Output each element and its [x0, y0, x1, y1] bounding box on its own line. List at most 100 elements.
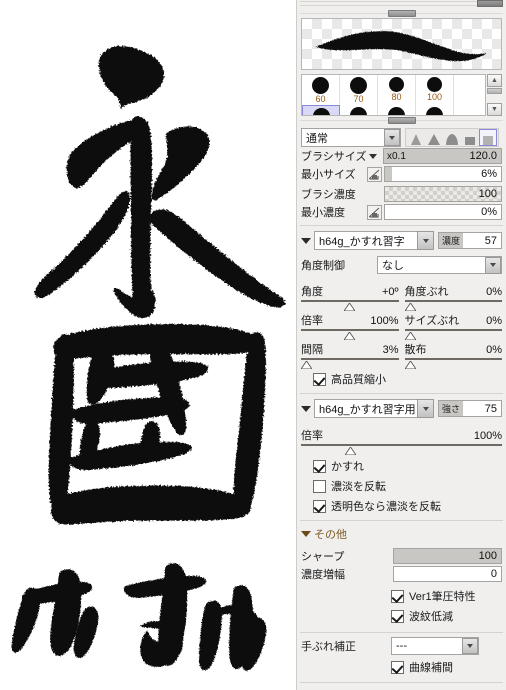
scroll-thumb[interactable] — [487, 88, 502, 94]
brush-size-cell[interactable] — [340, 105, 378, 115]
slider-track[interactable] — [404, 329, 502, 331]
brush-size-cell[interactable]: 100 — [416, 75, 454, 105]
chevron-down-icon[interactable] — [369, 153, 377, 159]
ver1-pressure-checkbox[interactable] — [391, 589, 404, 603]
texture-section-header[interactable]: h64g_かすれ習字 濃度 57 — [297, 229, 506, 252]
blend-mode-select[interactable]: 通常 — [301, 128, 401, 147]
kasure-row[interactable]: かすれ — [297, 456, 506, 476]
slider-track[interactable] — [404, 358, 502, 360]
brush-size-field[interactable]: x0.1 120.0 — [383, 148, 502, 164]
slider-value: 0% — [486, 344, 502, 356]
slider-scale[interactable]: 倍率 100% — [301, 310, 399, 341]
brush-dot-icon — [388, 107, 405, 115]
slider-knob[interactable] — [403, 360, 417, 370]
other-section-header[interactable]: その他 — [297, 524, 506, 544]
brush-size-cell[interactable]: 60 — [302, 75, 340, 105]
chevron-down-icon[interactable] — [301, 531, 311, 537]
slider-track[interactable] — [301, 444, 502, 446]
grip-handle[interactable] — [387, 10, 416, 17]
slider-scatter[interactable]: 散布 0% — [403, 339, 502, 370]
brush-size-cell[interactable] — [378, 105, 416, 115]
slider-knob[interactable] — [343, 302, 356, 312]
chevron-down-icon[interactable] — [462, 638, 478, 654]
min-size-fill — [385, 167, 392, 181]
brush-size-grid[interactable]: 60 70 80 100 120 — [301, 74, 486, 116]
pressure-curve-icon[interactable] — [367, 204, 382, 220]
stabilizer-select[interactable]: --- — [391, 637, 479, 655]
chevron-down-icon[interactable] — [485, 256, 501, 274]
panel-resize-grip-grid[interactable] — [300, 116, 503, 125]
texture-brush-dropdown-icon[interactable] — [417, 231, 434, 250]
invert-tone-transparent-row[interactable]: 透明色なら濃淡を反転 — [297, 496, 506, 516]
slider-angle[interactable]: 角度 +0º — [301, 281, 399, 312]
ripple-reduce-checkbox[interactable] — [391, 609, 404, 623]
slider-interval[interactable]: 間隔 3% — [300, 339, 399, 370]
min-size-field[interactable]: 6% — [384, 166, 502, 182]
angle-control-select[interactable]: なし — [377, 256, 502, 274]
brush-size-cell-selected[interactable]: 120 — [302, 105, 340, 115]
scroll-down-icon[interactable]: ▼ — [487, 103, 502, 116]
invert-tone-label: 濃淡を反転 — [331, 481, 386, 493]
slider-shape-scale[interactable]: 倍率 100% — [301, 425, 502, 456]
shape-button-square-hard[interactable] — [462, 130, 478, 145]
chevron-down-icon[interactable] — [301, 237, 311, 244]
shape-section-header[interactable]: h64g_かすれ習字用 強さ 75 — [297, 397, 506, 420]
curve-interp-row[interactable]: 曲線補間 — [297, 657, 506, 677]
slider-knob[interactable] — [343, 331, 356, 341]
min-density-field[interactable]: 0% — [384, 204, 502, 220]
shape-button-rounded[interactable] — [444, 130, 460, 145]
slider-pressure-brush-size[interactable]: 筆圧 硬⇔軟 - ブラシサイズ 42 — [301, 686, 502, 690]
chevron-down-icon[interactable] — [384, 129, 400, 146]
shape-brush-name[interactable]: h64g_かすれ習字用 — [314, 399, 418, 418]
shape-button-square-soft-selected[interactable] — [479, 129, 497, 146]
shape-button-pointed-wide[interactable] — [426, 130, 442, 145]
invert-tone-checkbox[interactable] — [313, 479, 326, 493]
section-divider — [300, 393, 503, 394]
scroll-track[interactable] — [487, 95, 502, 102]
high-quality-shrink-row[interactable]: 高品質縮小 — [297, 369, 506, 389]
grip-handle[interactable] — [387, 117, 416, 124]
high-quality-shrink-checkbox[interactable] — [313, 372, 326, 386]
ver1-pressure-row[interactable]: Ver1筆圧特性 — [297, 586, 506, 606]
curve-interp-checkbox[interactable] — [391, 660, 404, 674]
texture-brush-name[interactable]: h64g_かすれ習字 — [314, 231, 418, 250]
brush-size-cell[interactable]: 80 — [378, 75, 416, 105]
slider-angle-jitter[interactable]: 角度ぶれ 0% — [403, 281, 502, 312]
shape-brush-dropdown-icon[interactable] — [417, 399, 434, 418]
stabilizer-value: --- — [396, 640, 407, 652]
brush-density-field[interactable]: 100 — [384, 186, 502, 202]
texture-density-badge[interactable]: 濃度 57 — [438, 232, 502, 249]
section-divider — [300, 632, 503, 633]
invert-tone-transparent-checkbox[interactable] — [313, 499, 326, 513]
brush-grid-scrollbar[interactable]: ▲ ▼ — [487, 74, 502, 116]
high-quality-shrink-label: 高品質縮小 — [331, 374, 386, 386]
slider-knob[interactable] — [300, 360, 313, 370]
min-density-value: 0% — [481, 206, 497, 218]
shape-button-pointed-narrow[interactable] — [408, 130, 424, 145]
slider-knob[interactable] — [403, 302, 417, 312]
panel-resize-grip-top[interactable] — [300, 9, 503, 18]
shape-strength-badge[interactable]: 強さ 75 — [438, 400, 502, 417]
slider-value: 100% — [370, 315, 399, 327]
min-size-value: 6% — [481, 168, 497, 180]
brush-shape-buttons[interactable] — [405, 128, 499, 147]
density-gain-field[interactable]: 0 — [393, 566, 502, 582]
scroll-up-icon[interactable]: ▲ — [487, 74, 502, 87]
slider-knob[interactable] — [344, 446, 358, 456]
slider-size-jitter[interactable]: サイズぶれ 0% — [403, 310, 502, 341]
brush-size-grid-wrap: 60 70 80 100 120 — [301, 74, 502, 116]
brush-size-cell[interactable] — [416, 105, 454, 115]
ripple-reduce-row[interactable]: 波紋低減 — [297, 606, 506, 626]
slider-track[interactable] — [301, 358, 399, 360]
pressure-curve-icon[interactable] — [367, 166, 382, 182]
brush-dot-icon — [312, 77, 329, 94]
brush-size-cell[interactable]: 70 — [340, 75, 378, 105]
calligraphy-canvas[interactable] — [0, 0, 296, 690]
invert-tone-row[interactable]: 濃淡を反転 — [297, 476, 506, 496]
sharp-field[interactable]: 100 — [393, 548, 502, 564]
slider-knob[interactable] — [403, 331, 417, 341]
slider-track[interactable] — [404, 300, 502, 302]
panel-collapse-button[interactable] — [477, 0, 503, 7]
kasure-checkbox[interactable] — [313, 459, 326, 473]
chevron-down-icon[interactable] — [301, 405, 311, 412]
